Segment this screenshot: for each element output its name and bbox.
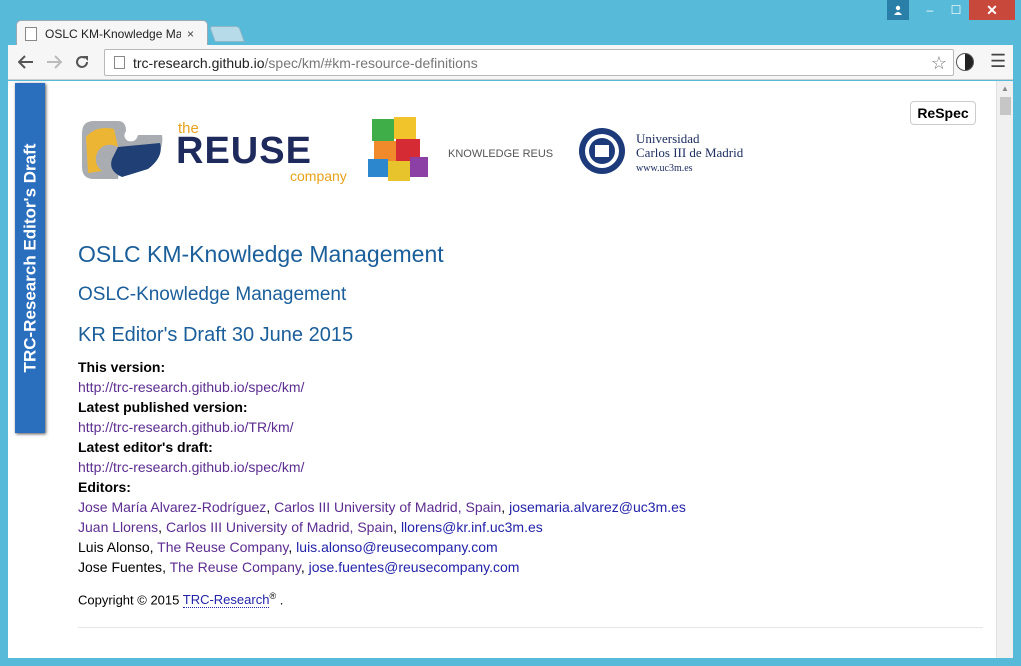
menu-icon[interactable]: ☰ bbox=[990, 51, 1008, 72]
new-tab-button[interactable] bbox=[209, 26, 245, 42]
extension-icon[interactable] bbox=[956, 53, 974, 71]
editor-affiliation-link[interactable]: Carlos III University of Madrid, Spain bbox=[274, 499, 501, 515]
spec-metadata: This version: http://trc-research.github… bbox=[78, 357, 988, 577]
latest-editors-draft-link[interactable]: http://trc-research.github.io/spec/km/ bbox=[78, 459, 304, 475]
this-version-link[interactable]: http://trc-research.github.io/spec/km/ bbox=[78, 379, 304, 395]
svg-text:KNOWLEDGE REUSE: KNOWLEDGE REUSE bbox=[448, 148, 554, 160]
profile-icon[interactable] bbox=[887, 0, 909, 20]
spec-header: OSLC KM-Knowledge Management OSLC-Knowle… bbox=[78, 241, 988, 629]
window-controls: – ☐ ✕ bbox=[887, 0, 1015, 22]
editor-name-link[interactable]: Juan Llorens bbox=[78, 519, 158, 535]
page-icon bbox=[25, 26, 37, 41]
url-text: trc-research.github.io/spec/km/#km-resou… bbox=[133, 54, 478, 71]
latest-published-link[interactable]: http://trc-research.github.io/TR/km/ bbox=[78, 419, 294, 435]
draft-banner: TRC-Research Editor's Draft bbox=[15, 83, 45, 433]
close-window-button[interactable]: ✕ bbox=[969, 0, 1015, 20]
reload-button[interactable] bbox=[68, 48, 96, 76]
editor-email-link[interactable]: llorens@kr.inf.uc3m.es bbox=[401, 519, 543, 535]
svg-text:Universidad: Universidad bbox=[636, 131, 700, 146]
editor-email-link[interactable]: jose.fuentes@reusecompany.com bbox=[309, 559, 520, 575]
editor-name-link[interactable]: Jose María Alvarez-Rodríguez bbox=[78, 499, 266, 515]
bookmark-star-icon[interactable]: ☆ bbox=[931, 53, 947, 74]
address-bar[interactable]: trc-research.github.io/spec/km/#km-resou… bbox=[104, 49, 954, 76]
latest-published-label: Latest published version: bbox=[78, 399, 248, 415]
browser-toolbar: trc-research.github.io/spec/km/#km-resou… bbox=[8, 45, 1013, 80]
browser-window: – ☐ ✕ OSLC KM-Knowledge Ma × trc-researc… bbox=[0, 0, 1021, 666]
editor-entry: Jose María Alvarez-Rodríguez, Carlos III… bbox=[78, 499, 686, 515]
editor-entry: Jose Fuentes, The Reuse Company, jose.fu… bbox=[78, 559, 520, 575]
cube-icon bbox=[368, 117, 428, 181]
uc3m-logo: Universidad Carlos III de Madrid www.uc3… bbox=[579, 128, 744, 174]
latest-editors-draft-label: Latest editor's draft: bbox=[78, 439, 213, 455]
tab-title: OSLC KM-Knowledge Ma bbox=[45, 26, 181, 41]
divider bbox=[78, 627, 983, 629]
reuse-company-logo: the REUSE company bbox=[82, 120, 347, 184]
scrollbar[interactable]: ▲ bbox=[996, 81, 1013, 658]
uc3m-seal-icon bbox=[579, 128, 625, 174]
maximize-button[interactable]: ☐ bbox=[943, 0, 969, 20]
this-version-label: This version: bbox=[78, 359, 166, 375]
forward-button[interactable] bbox=[40, 48, 68, 76]
copyright-notice: Copyright © 2015 TRC-Research® . bbox=[78, 591, 284, 609]
page-subtitle: OSLC-Knowledge Management bbox=[78, 284, 347, 305]
back-button[interactable] bbox=[12, 48, 40, 76]
svg-text:company: company bbox=[290, 168, 347, 184]
close-tab-icon[interactable]: × bbox=[187, 27, 194, 41]
page-title: OSLC KM-Knowledge Management bbox=[78, 241, 444, 267]
respec-button[interactable]: ReSpec bbox=[910, 101, 976, 125]
trc-research-link[interactable]: TRC-Research bbox=[182, 592, 270, 609]
browser-tab[interactable]: OSLC KM-Knowledge Ma × bbox=[16, 20, 208, 46]
editors-label: Editors: bbox=[78, 479, 131, 495]
scroll-thumb[interactable] bbox=[1000, 97, 1011, 115]
editor-affiliation-link[interactable]: The Reuse Company bbox=[157, 539, 288, 555]
scroll-up-icon[interactable]: ▲ bbox=[1001, 84, 1009, 93]
editor-entry: Luis Alonso, The Reuse Company, luis.alo… bbox=[78, 539, 498, 555]
editor-name: Jose Fuentes bbox=[78, 559, 163, 575]
page-viewport: TRC-Research Editor's Draft ReSpec ▲ the… bbox=[8, 81, 1013, 658]
svg-text:www.uc3m.es: www.uc3m.es bbox=[636, 163, 693, 174]
editor-email-link[interactable]: josemaria.alvarez@uc3m.es bbox=[509, 499, 686, 515]
editor-entry: Juan Llorens, Carlos III University of M… bbox=[78, 519, 543, 535]
page-icon bbox=[114, 56, 125, 69]
minimize-button[interactable]: – bbox=[917, 0, 943, 20]
svg-text:REUSE: REUSE bbox=[176, 130, 312, 172]
puzzle-icon bbox=[82, 121, 163, 179]
editor-affiliation-link[interactable]: The Reuse Company bbox=[170, 559, 301, 575]
knowledge-reuse-logo: KNOWLEDGE REUSE bbox=[368, 117, 554, 181]
status-heading: KR Editor's Draft 30 June 2015 bbox=[78, 324, 354, 346]
editor-affiliation-link[interactable]: Carlos III University of Madrid, Spain bbox=[166, 519, 393, 535]
svg-text:Carlos III de Madrid: Carlos III de Madrid bbox=[636, 145, 744, 160]
editor-email-link[interactable]: luis.alonso@reusecompany.com bbox=[296, 539, 498, 555]
editor-name: Luis Alonso bbox=[78, 539, 150, 555]
